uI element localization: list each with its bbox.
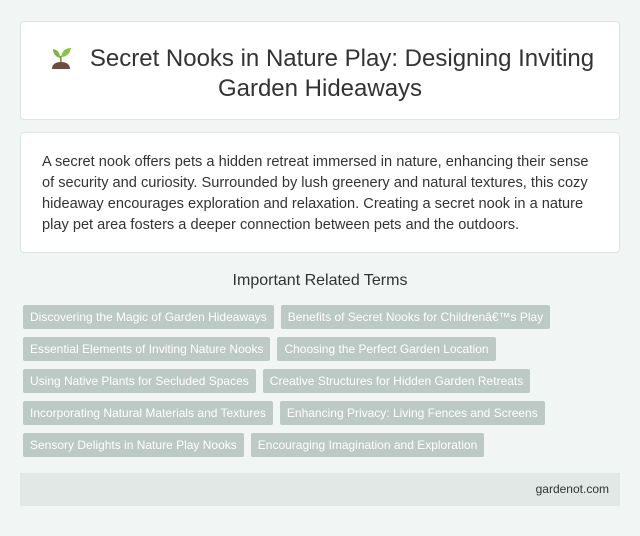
term-tag[interactable]: Essential Elements of Inviting Nature No… bbox=[23, 337, 271, 361]
term-tag[interactable]: Benefits of Secret Nooks for Childrenâ€™… bbox=[280, 305, 551, 329]
summary-text: A secret nook offers pets a hidden retre… bbox=[42, 154, 589, 233]
page-title-text: Secret Nooks in Nature Play: Designing I… bbox=[89, 45, 595, 102]
term-tag[interactable]: Encouraging Imagination and Exploration bbox=[250, 433, 485, 457]
title-card: Secret Nooks in Nature Play: Designing I… bbox=[20, 21, 620, 120]
footer-site-link[interactable]: gardenot.com bbox=[536, 482, 609, 496]
page-title: Secret Nooks in Nature Play: Designing I… bbox=[21, 44, 619, 104]
term-row: Incorporating Natural Materials and Text… bbox=[23, 401, 583, 425]
term-tag[interactable]: Discovering the Magic of Garden Hideaway… bbox=[23, 305, 274, 329]
term-tag[interactable]: Creative Structures for Hidden Garden Re… bbox=[262, 369, 531, 393]
term-tag[interactable]: Choosing the Perfect Garden Location bbox=[277, 337, 496, 361]
term-row: Sensory Delights in Nature Play Nooks En… bbox=[23, 433, 583, 457]
term-row: Using Native Plants for Secluded Spaces … bbox=[23, 369, 583, 393]
term-tag[interactable]: Enhancing Privacy: Living Fences and Scr… bbox=[279, 401, 545, 425]
term-row: Discovering the Magic of Garden Hideaway… bbox=[23, 305, 583, 329]
related-terms-heading: Important Related Terms bbox=[232, 272, 408, 289]
term-tag[interactable]: Incorporating Natural Materials and Text… bbox=[23, 401, 273, 425]
seedling-icon bbox=[46, 45, 76, 69]
term-tag[interactable]: Sensory Delights in Nature Play Nooks bbox=[23, 433, 244, 457]
footer: gardenot.com bbox=[20, 473, 620, 506]
related-terms-list: Discovering the Magic of Garden Hideaway… bbox=[23, 305, 583, 465]
term-tag[interactable]: Using Native Plants for Secluded Spaces bbox=[23, 369, 256, 393]
summary-card: A secret nook offers pets a hidden retre… bbox=[20, 132, 620, 253]
term-row: Essential Elements of Inviting Nature No… bbox=[23, 337, 583, 361]
